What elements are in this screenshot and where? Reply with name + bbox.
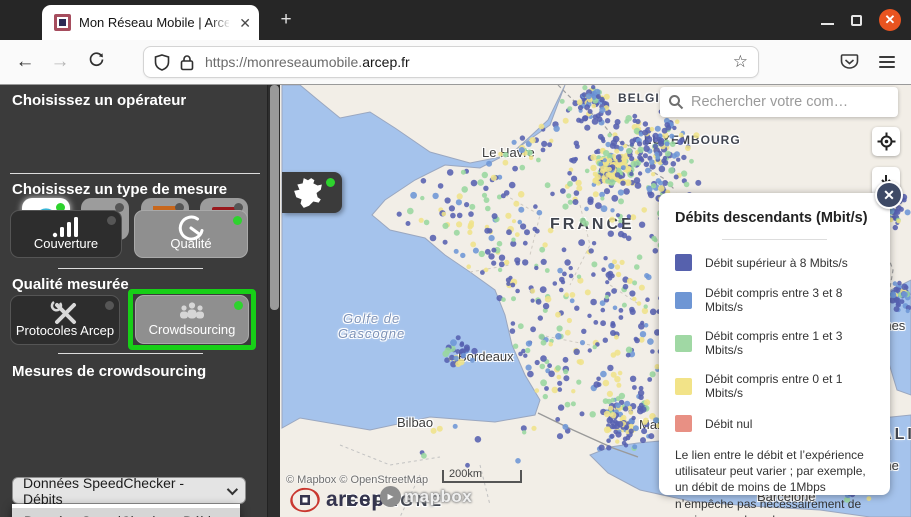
people-icon (136, 300, 248, 322)
arcep-logo-text: arcep (326, 488, 385, 512)
window-maximize-button[interactable] (851, 15, 862, 26)
quality-status-dot (234, 301, 243, 310)
scale-label: 200km (449, 468, 482, 480)
france-region-tab[interactable] (282, 172, 342, 213)
legend-swatch (675, 254, 692, 271)
quality-status-dot (105, 301, 114, 310)
geolocate-icon (877, 132, 896, 151)
divider (58, 268, 203, 269)
arcep-logo-icon (288, 483, 322, 517)
chevron-down-icon (227, 483, 238, 494)
quality-button-label: Crowdsourcing (136, 322, 248, 337)
quality-button-crowdsourcing[interactable]: Crowdsourcing (135, 295, 249, 344)
measure-button-label: Qualité (135, 236, 247, 251)
map-label: FRANCE (550, 216, 635, 234)
select-value: Données SpeedChecker - Débits (23, 475, 227, 507)
tab-title-fade (209, 11, 235, 35)
sidebar: Choisissez un opérateur free orange SFR (0, 85, 280, 517)
dropdown-option[interactable]: Données SpeedChecker - Débits (12, 508, 240, 517)
france-status-dot (326, 178, 335, 187)
window-close-button[interactable]: ✕ (879, 9, 901, 31)
measure-button-label: Couverture (11, 236, 121, 251)
mapbox-logo-text: mapbox (404, 487, 472, 507)
search-icon (668, 94, 684, 110)
crowdsourcing-select[interactable]: Données SpeedChecker - Débits (12, 477, 246, 504)
crowdsourcing-heading: Mesures de crowdsourcing (12, 363, 206, 380)
scale-bar: 200km (442, 470, 522, 483)
map-label: Bordeaux (458, 349, 514, 364)
new-tab-button[interactable]: + (276, 9, 296, 31)
arcep-logo[interactable]: arcep (288, 483, 385, 517)
reload-button[interactable] (81, 51, 111, 74)
url-bar[interactable]: https://monreseaumobile.arcep.fr ☆ (143, 46, 759, 78)
legend-item: Débit compris entre 3 et 8 Mbits/s (675, 286, 874, 314)
sidebar-scrollbar-thumb[interactable] (270, 85, 279, 310)
reload-icon (88, 51, 105, 68)
legend-divider (722, 239, 827, 240)
url-prefix: https://monreseaumobile. (205, 54, 362, 70)
map-label: LUXEMBOURG (644, 133, 741, 147)
legend-swatch (675, 292, 692, 309)
france-silhouette-icon (291, 177, 325, 209)
legend-close-button[interactable]: ✕ (875, 181, 903, 209)
tracking-shield-icon[interactable] (154, 54, 170, 71)
sidebar-scrollbar-track[interactable] (267, 85, 280, 517)
nav-toolbar: ← → https://monreseaumobile.arcep.fr ☆ (0, 40, 911, 85)
quality-button-label: Protocoles Arcep (11, 323, 119, 338)
map-label: Bilbao (397, 415, 433, 430)
legend-swatch (675, 415, 692, 432)
legend-note: Le lien entre le débit et l’expérience u… (675, 447, 874, 517)
search-input[interactable] (691, 94, 890, 110)
geolocate-button[interactable] (872, 127, 900, 156)
measure-button-couverture[interactable]: Couverture (10, 210, 122, 258)
legend-panel: Débits descendants (Mbit/s) Débit supéri… (659, 193, 890, 495)
browser-tab[interactable]: Mon Réseau Mobile | Arce ✕ (42, 5, 259, 40)
mapbox-logo[interactable]: ▸ mapbox (380, 486, 472, 507)
forward-button[interactable]: → (45, 51, 75, 73)
quality-heading: Qualité mesurée (12, 276, 129, 293)
url-domain: arcep.fr (362, 54, 409, 70)
tab-title: Mon Réseau Mobile | Arce (79, 15, 229, 30)
commune-search[interactable] (660, 87, 898, 117)
legend-swatch (675, 335, 692, 352)
map-label: Le Havre (482, 145, 535, 160)
browser-window: Mon Réseau Mobile | Arce ✕ + ✕ ← → (0, 0, 911, 517)
legend-title: Débits descendants (Mbit/s) (675, 210, 874, 226)
select-dropdown: Données SpeedChecker - DébitsDonnées Moz… (12, 504, 240, 517)
site-favicon (54, 14, 71, 31)
legend-item: Débit nul (675, 415, 874, 432)
lock-icon[interactable] (179, 54, 195, 71)
legend-item: Débit compris entre 0 et 1 Mbits/s (675, 372, 874, 400)
bookmark-star-icon[interactable]: ☆ (733, 52, 748, 72)
menu-icon[interactable] (879, 53, 895, 71)
url-text[interactable]: https://monreseaumobile.arcep.fr (205, 54, 727, 70)
map-canvas[interactable]: BELGIQUELUXEMBOURGLe HavreFRANCEGolfe de… (280, 85, 911, 517)
legend-item: Débit compris entre 1 et 3 Mbits/s (675, 329, 874, 357)
divider (10, 173, 260, 174)
legend-item: Débit supérieur à 8 Mbits/s (675, 254, 874, 271)
legend-swatch (675, 378, 692, 395)
measure-heading: Choisissez un type de mesure (12, 181, 227, 198)
measure-button-qualite[interactable]: Qualité (134, 210, 248, 258)
mapbox-logo-icon: ▸ (380, 486, 401, 507)
operators-heading: Choisissez un opérateur (12, 92, 186, 109)
pocket-icon[interactable] (840, 53, 859, 71)
quality-button-protocoles[interactable]: Protocoles Arcep (10, 295, 120, 345)
window-minimize-button[interactable] (821, 23, 834, 25)
back-button[interactable]: ← (10, 51, 40, 73)
measure-status-dot (233, 216, 242, 225)
titlebar: Mon Réseau Mobile | Arce ✕ + ✕ (0, 0, 911, 40)
measure-status-dot (107, 216, 116, 225)
map-label: Golfe de Gascogne (338, 311, 405, 341)
tab-close-icon[interactable]: ✕ (239, 16, 251, 30)
divider (58, 353, 203, 354)
